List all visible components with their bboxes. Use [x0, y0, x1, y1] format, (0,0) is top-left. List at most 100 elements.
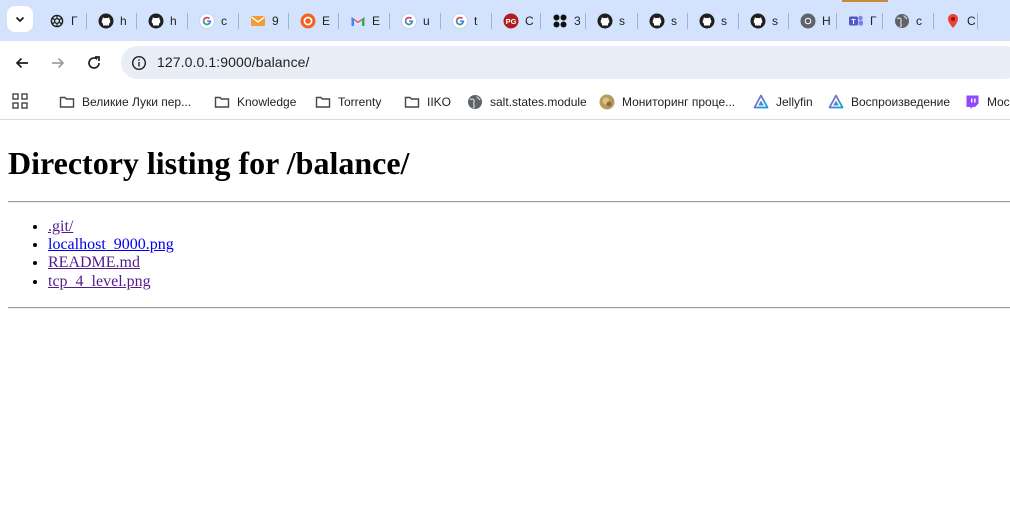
github-icon	[98, 13, 114, 29]
tab-list: Гh h c 9 E Eu t PG C 3 s s s s H T Гc C	[38, 0, 978, 41]
tab-title: c	[916, 13, 922, 28]
bookmark-item[interactable]: Мониторинг проце...	[599, 91, 735, 113]
jellyfin-icon	[753, 94, 769, 110]
browser-tab[interactable]: u	[390, 0, 441, 41]
tab-title: t	[474, 13, 478, 28]
google-icon	[401, 12, 417, 29]
tab-strip: Гh h c 9 E Eu t PG C 3 s s s s H T Гc C	[0, 0, 1010, 41]
browser-tab[interactable]: s	[638, 0, 688, 41]
bookmark-label: Torrenty	[338, 95, 382, 109]
browser-tab[interactable]: c	[883, 0, 934, 41]
browser-tab[interactable]: E	[339, 0, 390, 41]
apps-grid-icon[interactable]	[12, 93, 28, 109]
divider	[8, 201, 1010, 203]
tab-search-button[interactable]	[7, 6, 33, 32]
url-text[interactable]: 127.0.0.1:9000/balance/	[157, 54, 310, 70]
list-item: localhost_9000.png	[48, 236, 174, 254]
tab-title: Г	[870, 13, 877, 28]
bookmark-label: Мониторинг проце...	[622, 95, 736, 109]
browser-tab[interactable]: PG C	[492, 0, 541, 41]
browser-tab[interactable]: E	[289, 0, 339, 41]
bookmark-label: Воспроизведение	[851, 95, 951, 109]
bookmark-label: IIKO	[427, 95, 452, 109]
browser-tab[interactable]: C	[934, 0, 978, 41]
back-button[interactable]	[8, 49, 36, 77]
bookmark-label: salt.states.module	[490, 95, 587, 109]
orange-circle-icon	[300, 13, 316, 29]
bookmark-label: Jellyfin	[776, 95, 813, 109]
browser-tab[interactable]: TГ	[837, 0, 883, 41]
tab-title: s	[671, 13, 677, 28]
browser-tab[interactable]: s	[688, 0, 739, 41]
browser-tab[interactable]: Г	[38, 0, 87, 41]
file-link[interactable]: tcp_4_level.png	[48, 273, 151, 290]
reload-button[interactable]	[80, 49, 108, 77]
bookmark-item[interactable]: IIKO	[404, 91, 451, 113]
folder-icon	[404, 94, 420, 110]
github-icon	[649, 13, 665, 29]
svg-text:PG: PG	[506, 17, 517, 26]
browser-tab[interactable]: s	[586, 0, 638, 41]
file-link[interactable]: localhost_9000.png	[48, 236, 174, 253]
tab-title: 9	[272, 13, 279, 28]
github-icon	[148, 13, 164, 29]
tab-title: C	[525, 13, 533, 28]
file-link[interactable]: .git/	[48, 218, 73, 235]
bookmark-item[interactable]: Torrenty	[315, 91, 381, 113]
tab-title: H	[822, 13, 830, 28]
browser-tab[interactable]: c	[188, 0, 239, 41]
browser-tab[interactable]: s	[739, 0, 789, 41]
folder-icon	[214, 94, 230, 110]
browser-tab[interactable]: h	[137, 0, 188, 41]
browser-toolbar: 127.0.0.1:9000/balance/	[0, 41, 1010, 85]
bookmark-label: Великие Луки пер...	[82, 95, 192, 109]
bookmark-item[interactable]: Воспроизведение	[828, 91, 950, 113]
tab-title: 3	[574, 13, 581, 28]
browser-tab[interactable]: 9	[239, 0, 289, 41]
tab-title: h	[120, 13, 127, 28]
forward-button[interactable]	[44, 49, 72, 77]
chrome-icon	[800, 13, 816, 29]
reload-icon	[88, 56, 100, 69]
browser-tab[interactable]: 3	[541, 0, 586, 41]
address-bar[interactable]: 127.0.0.1:9000/balance/	[121, 46, 1010, 79]
browser-tab[interactable]: t	[441, 0, 492, 41]
github-icon	[597, 13, 613, 29]
tab-title: s	[619, 13, 625, 28]
bookmark-item[interactable]: Knowledge	[214, 91, 296, 113]
bookmark-label: Knowledge	[237, 95, 297, 109]
site-info-icon[interactable]	[129, 53, 148, 72]
bookmark-item[interactable]: Moc	[964, 91, 1010, 113]
page-content: Directory listing for /balance/ .git/loc…	[0, 121, 1010, 512]
globe-icon	[467, 94, 483, 110]
tab-title: s	[721, 13, 727, 28]
google-icon	[199, 12, 215, 29]
browser-tab[interactable]: H	[789, 0, 837, 41]
openai-icon	[49, 13, 65, 29]
bookmark-item[interactable]: Jellyfin	[753, 91, 813, 113]
list-item: tcp_4_level.png	[48, 273, 174, 291]
file-link[interactable]: README.md	[48, 254, 140, 271]
pg-icon: PG	[503, 13, 519, 29]
arrow-left-icon	[15, 57, 28, 69]
tab-group-indicator	[842, 0, 888, 2]
browser-tab[interactable]: h	[87, 0, 137, 41]
tab-title: c	[221, 13, 227, 28]
tab-title: u	[423, 13, 430, 28]
gmail-icon	[350, 13, 366, 29]
mail-icon	[250, 13, 266, 29]
tab-title: s	[772, 13, 778, 28]
bookmark-item[interactable]: Великие Луки пер...	[59, 91, 191, 113]
dots-icon	[552, 13, 568, 29]
google-icon	[452, 12, 468, 29]
divider	[8, 307, 1010, 309]
tab-title: E	[322, 13, 330, 28]
folder-icon	[315, 94, 331, 110]
tab-title: h	[170, 13, 177, 28]
list-item: .git/	[48, 218, 174, 236]
avatar-icon	[599, 94, 615, 110]
bookmark-item[interactable]: salt.states.module	[467, 91, 587, 113]
github-icon	[699, 13, 715, 29]
globe-icon	[894, 13, 910, 29]
jellyfin-icon	[828, 94, 844, 110]
